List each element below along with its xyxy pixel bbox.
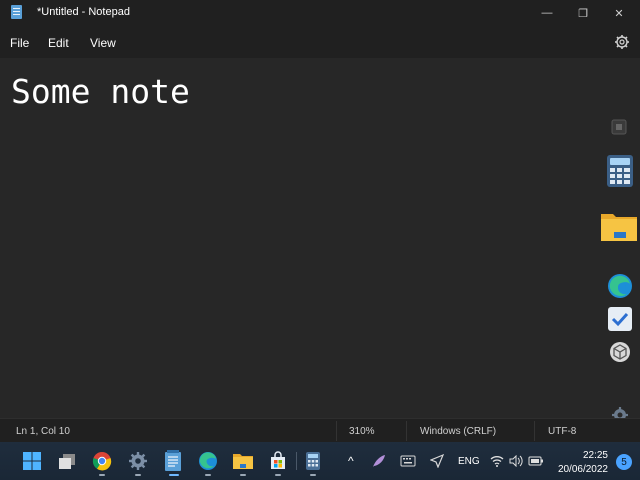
menu-bar: File Edit View: [0, 26, 640, 58]
menu-edit[interactable]: Edit: [48, 36, 69, 50]
title-bar[interactable]: *Untitled - Notepad — ❐ ✕: [0, 0, 640, 26]
line-ending[interactable]: Windows (CRLF): [420, 426, 496, 437]
tray-overflow-chevron[interactable]: ^: [348, 454, 354, 468]
battery-icon[interactable]: [527, 452, 545, 470]
notepad-icon[interactable]: [162, 450, 184, 472]
location-arrow-icon[interactable]: [427, 452, 447, 470]
running-indicator: [205, 474, 211, 476]
edge-icon[interactable]: [197, 450, 219, 472]
file-explorer-icon[interactable]: [232, 450, 254, 472]
keyboard-icon[interactable]: [398, 452, 418, 470]
wifi-icon[interactable]: [488, 452, 506, 470]
calculator-icon[interactable]: [302, 450, 324, 472]
edge-icon[interactable]: [606, 272, 634, 300]
running-indicator: [275, 474, 281, 476]
chrome-icon[interactable]: [91, 450, 113, 472]
zoom-level[interactable]: 310%: [349, 426, 375, 437]
running-indicator: [99, 474, 105, 476]
status-divider: [534, 421, 535, 441]
clock-date: 20/06/2022: [557, 464, 608, 475]
editor-content[interactable]: Some note: [11, 72, 190, 111]
maximize-button[interactable]: ❐: [564, 0, 602, 26]
gear-icon[interactable]: [614, 34, 630, 50]
taskbar: ^ ENG 22:25 20/06/2022 5: [0, 442, 640, 480]
menu-view[interactable]: View: [90, 36, 116, 50]
feather-icon[interactable]: [369, 452, 389, 470]
calculator-icon[interactable]: [606, 154, 634, 188]
close-button[interactable]: ✕: [600, 0, 638, 26]
active-indicator: [169, 474, 179, 476]
running-indicator: [135, 474, 141, 476]
settings-icon[interactable]: [127, 450, 149, 472]
running-indicator: [240, 474, 246, 476]
notepad-app-icon: [11, 5, 22, 19]
window-title: *Untitled - Notepad: [37, 6, 130, 18]
system-clock[interactable]: 22:25 20/06/2022: [558, 449, 608, 477]
status-bar: Ln 1, Col 10 310% Windows (CRLF) UTF-8: [0, 418, 640, 443]
status-divider: [406, 421, 407, 441]
start-icon[interactable]: [21, 450, 43, 472]
app-icon[interactable]: [610, 118, 628, 136]
text-editor[interactable]: Some note: [0, 58, 640, 418]
notification-badge[interactable]: 5: [616, 454, 632, 470]
taskbar-divider: [296, 452, 297, 470]
minimize-button[interactable]: —: [528, 0, 566, 26]
encoding[interactable]: UTF-8: [548, 426, 576, 437]
clock-time: 22:25: [582, 450, 608, 461]
cube-icon[interactable]: [609, 341, 631, 363]
status-divider: [336, 421, 337, 441]
notepad-window: *Untitled - Notepad — ❐ ✕ File Edit View…: [0, 0, 640, 443]
file-explorer-icon[interactable]: [600, 210, 638, 242]
language-indicator[interactable]: ENG: [458, 456, 480, 467]
menu-file[interactable]: File: [10, 36, 29, 50]
store-icon[interactable]: [267, 450, 289, 472]
todo-icon[interactable]: [607, 306, 633, 332]
cursor-position: Ln 1, Col 10: [16, 426, 70, 437]
task-view-icon[interactable]: [56, 450, 78, 472]
running-indicator: [310, 474, 316, 476]
volume-icon[interactable]: [507, 452, 525, 470]
